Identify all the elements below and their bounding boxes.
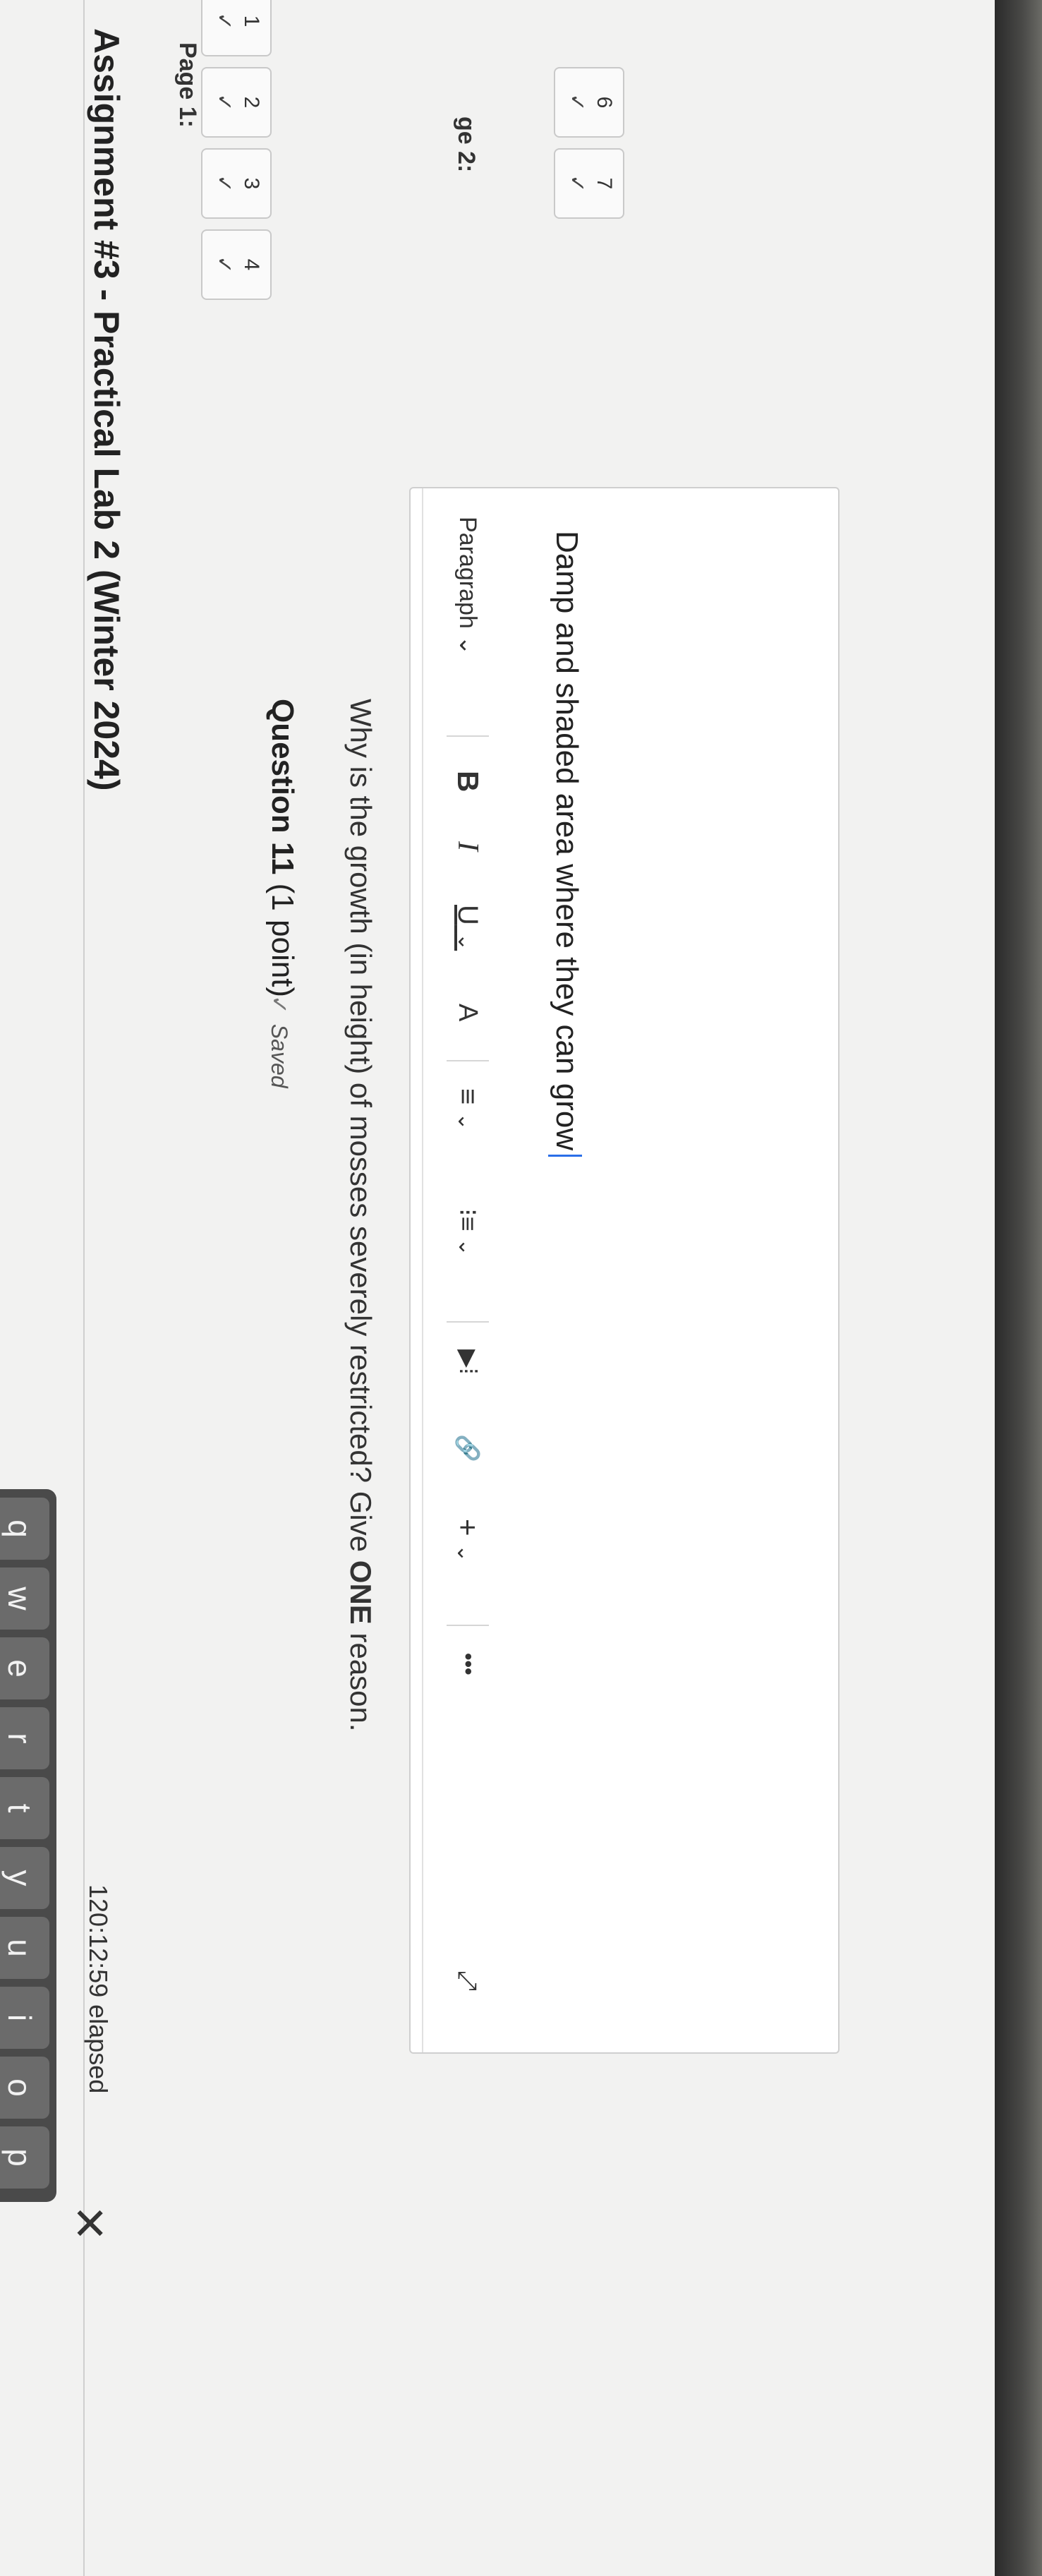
question-nav-button[interactable]: 2 ✓: [201, 67, 272, 138]
answer-content: Damp and shaded area where they can grow: [550, 531, 584, 1151]
question-number: 1: [240, 15, 263, 28]
check-icon: ✓: [565, 174, 588, 193]
chevron-down-icon: ⌄: [454, 635, 481, 656]
question-number: 7: [593, 177, 616, 190]
check-icon: ✓: [212, 12, 236, 30]
key-o[interactable]: o: [0, 2057, 49, 2119]
question-nav-button[interactable]: 1 ✓: [201, 0, 272, 56]
saved-status: ✓ Saved: [266, 995, 293, 1088]
question-title: Question 11 (1 point): [265, 699, 300, 997]
elapsed-timer: 120:12:59 elapsed: [84, 1884, 113, 2094]
rotated-screen-content: Assignment #3 - Practical Lab 2 (Winter …: [0, 0, 995, 2576]
question-number: 4: [240, 258, 263, 271]
question-text-emphasis: ONE: [344, 1560, 377, 1625]
bold-button[interactable]: B: [429, 771, 507, 792]
chevron-down-icon: ⌄: [454, 1238, 478, 1256]
paragraph-style-label: Paragraph: [454, 517, 481, 629]
check-icon: ✓: [565, 93, 588, 112]
align-icon: ≡: [452, 1088, 483, 1105]
photo-frame: Assignment #3 - Practical Lab 2 (Winter …: [0, 0, 1042, 2576]
question-text-part: Why is the growth (in height) of mosses …: [344, 699, 377, 1560]
question-nav-button[interactable]: 3 ✓: [201, 148, 272, 219]
text-caret: [547, 1155, 582, 1157]
text-color-button[interactable]: A: [429, 1004, 507, 1021]
question-number: 3: [240, 177, 263, 190]
monitor-bezel: [995, 0, 1042, 2576]
check-icon: ✓: [212, 93, 236, 112]
chevron-down-icon: ⌄: [453, 1544, 476, 1563]
toolbar-divider: [447, 1060, 489, 1061]
on-screen-keyboard: q w e r t y u i o p: [0, 1489, 56, 2202]
header-divider: [83, 0, 85, 2576]
check-icon: ✓: [212, 174, 236, 193]
question-text-part: reason.: [344, 1624, 377, 1732]
saved-check-icon: ✓: [267, 995, 292, 1014]
chevron-down-icon: ⌄: [454, 933, 477, 951]
more-icon[interactable]: •••: [429, 1653, 507, 1675]
assignment-title: Assignment #3 - Practical Lab 2 (Winter …: [87, 28, 126, 791]
question-number: 2: [240, 96, 263, 109]
question-number: 6: [593, 96, 616, 109]
plus-icon: +: [452, 1519, 485, 1536]
key-u[interactable]: u: [0, 1917, 49, 1979]
fullscreen-icon[interactable]: ⤢: [429, 1970, 507, 1991]
toolbar-divider: [447, 735, 489, 737]
underline-icon: U: [452, 905, 483, 925]
key-y[interactable]: y: [0, 1847, 49, 1909]
key-w[interactable]: w: [0, 1567, 49, 1630]
question-points: (1 point): [265, 883, 300, 998]
key-r[interactable]: r: [0, 1707, 49, 1769]
key-i[interactable]: i: [0, 1987, 49, 2049]
question-nav-button[interactable]: 6 ✓: [554, 67, 624, 138]
key-p[interactable]: p: [0, 2126, 49, 2189]
answer-editor[interactable]: Paragraph ⌄ B I U ⌄ A ≡ ⌄ ⁝≡ ⌄ ▶⁞ 🔗 + ⌄ …: [409, 487, 840, 2054]
check-icon: ✓: [212, 255, 236, 274]
list-button[interactable]: ⁝≡ ⌄: [429, 1208, 507, 1256]
toolbar-divider: [447, 1625, 489, 1626]
list-icon: ⁝≡: [454, 1208, 483, 1232]
link-icon[interactable]: 🔗: [429, 1434, 507, 1462]
close-icon[interactable]: ✕: [64, 2202, 113, 2244]
underline-button[interactable]: U ⌄: [429, 905, 507, 951]
key-q[interactable]: q: [0, 1498, 49, 1560]
question-text: Why is the growth (in height) of mosses …: [344, 699, 377, 1732]
media-icon[interactable]: ▶⁞: [429, 1349, 507, 1375]
page-1-label: Page 1:: [174, 42, 201, 128]
question-nav-button[interactable]: 7 ✓: [554, 148, 624, 219]
chevron-down-icon: ⌄: [454, 1112, 477, 1131]
align-button[interactable]: ≡ ⌄: [429, 1088, 507, 1131]
page-2-label: ge 2:: [453, 116, 480, 173]
question-number-label: Question 11: [265, 699, 300, 875]
answer-text[interactable]: Damp and shaded area where they can grow: [547, 531, 584, 1157]
key-e[interactable]: e: [0, 1637, 49, 1699]
italic-button[interactable]: I: [429, 841, 507, 851]
question-nav-button[interactable]: 4 ✓: [201, 229, 272, 300]
key-t[interactable]: t: [0, 1777, 49, 1839]
insert-button[interactable]: + ⌄: [429, 1519, 507, 1562]
saved-label: Saved: [267, 1023, 292, 1088]
paragraph-style-select[interactable]: Paragraph ⌄: [429, 517, 507, 656]
editor-toolbar: Paragraph ⌄ B I U ⌄ A ≡ ⌄ ⁝≡ ⌄ ▶⁞ 🔗 + ⌄ …: [422, 488, 507, 2052]
toolbar-divider: [447, 1321, 489, 1323]
